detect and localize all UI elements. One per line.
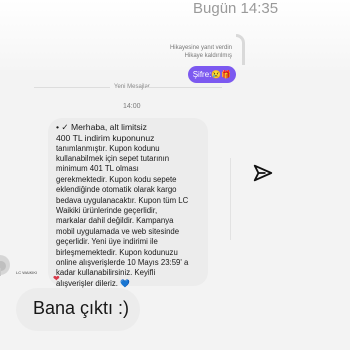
story-reply-note-1: Hikayesine yanıt verdin bbox=[169, 45, 232, 51]
message-line: kadar kullanabilirsiniz. Keyifli bbox=[56, 268, 156, 278]
message-line: online alışverişlerde 10 Mayıs 23:59' a bbox=[56, 258, 189, 268]
chat-header-time: Bugün 14:35 bbox=[193, 0, 279, 17]
message-line: 400 TL indirim kuponunuz bbox=[56, 132, 155, 143]
heart-icon: ❤ bbox=[53, 274, 60, 283]
chat-screen: Bugün 14:35 Hikayesine yanıt verdin Hika… bbox=[0, 0, 350, 350]
sender-tag: LC WAIKIKI bbox=[16, 270, 38, 275]
message-line: bedava uygulanacaktır. Kupon tüm LC bbox=[56, 195, 189, 205]
message-line: markalar dahil değildir. Kampanya bbox=[56, 216, 174, 226]
new-messages-label: Yeni Mesajlar bbox=[114, 84, 150, 90]
message-line: • ✓ Merhaba, alt limitsiz bbox=[56, 122, 147, 132]
message-line: geçerlidir. Yeni üye indirimi ile bbox=[56, 237, 158, 247]
message-line: minimum 401 TL olması bbox=[56, 164, 139, 174]
received-message-time: 14:00 bbox=[123, 103, 141, 110]
message-line: gerekmektedir. Kupon kodu sepete bbox=[56, 174, 177, 184]
message-line: mobil uygulamada ve web sitesinde bbox=[56, 226, 180, 236]
message-line: kullanabilmek için sepet tutarının bbox=[56, 154, 170, 163]
received-message-text: • ✓ Merhaba, alt limitsiz 400 TL indirim… bbox=[56, 122, 198, 289]
new-messages-divider-left bbox=[34, 87, 110, 88]
story-reply-outline bbox=[236, 34, 245, 65]
thread-rail bbox=[230, 158, 231, 240]
story-reply-note-2: Hikaye kaldırılmış bbox=[184, 53, 232, 59]
message-line: Waikiki ürünlerinde geçerlidir, bbox=[56, 206, 158, 216]
avatar[interactable] bbox=[0, 255, 10, 275]
new-messages-divider-right bbox=[146, 87, 222, 88]
received-message-bubble[interactable]: • ✓ Merhaba, alt limitsiz 400 TL indirim… bbox=[48, 118, 208, 289]
reply-message-text: Bana çıktı :) bbox=[33, 298, 130, 318]
message-line: tanımlanmıştır. Kupon kodunu bbox=[56, 143, 160, 153]
message-line: eklendiğinde otomatik olarak kargo bbox=[56, 185, 177, 195]
message-line: birleşmemektedir. Kupon kodunuzu bbox=[56, 247, 178, 257]
sent-message-bubble[interactable]: Şifre:😢🎁 bbox=[188, 66, 236, 83]
top-gradient bbox=[0, 0, 350, 70]
send-icon[interactable] bbox=[252, 162, 274, 184]
left-scroll-indicator bbox=[0, 268, 1, 276]
reply-message-bubble[interactable]: Bana çıktı :) bbox=[16, 288, 140, 331]
